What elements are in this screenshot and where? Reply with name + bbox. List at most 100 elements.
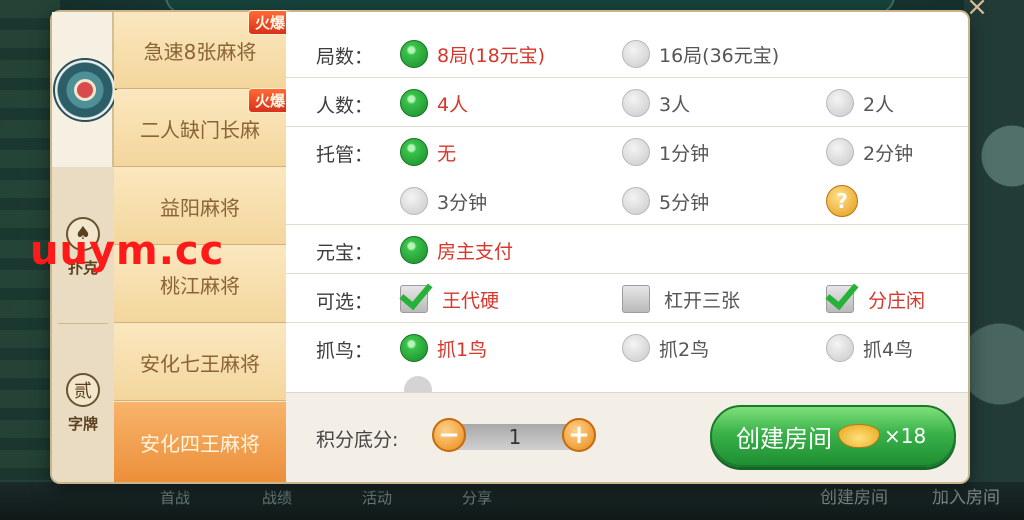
zipai-icon: 贰	[66, 372, 100, 407]
game-item-anhua-7[interactable]: 安化七王麻将	[114, 324, 286, 401]
rounds-option-16[interactable]: 16局(36元宝)	[622, 38, 779, 70]
radio-selected-icon	[400, 236, 428, 264]
radio-icon	[826, 138, 854, 166]
bottom-item-share[interactable]: 分享	[462, 487, 492, 508]
optional-wangdaiying[interactable]: 王代硬	[400, 283, 499, 315]
checkbox-checked-icon	[400, 285, 428, 313]
base-score-label: 积分底分:	[316, 429, 399, 451]
radio-selected-icon	[400, 138, 428, 166]
row-bird: 抓鸟： 抓1鸟 抓2鸟 抓4鸟	[286, 323, 968, 372]
ingot-option-owner[interactable]: 房主支付	[400, 234, 513, 266]
radio-icon	[622, 40, 650, 68]
radio-icon[interactable]	[404, 376, 432, 392]
players-option-label: 4人	[437, 93, 469, 116]
radio-selected-icon	[400, 89, 428, 117]
game-label: 益阳麻将	[160, 195, 240, 220]
help-question-icon: ?	[826, 185, 858, 217]
category-majiang[interactable]	[52, 12, 117, 167]
hosting-option-label: 无	[437, 142, 457, 165]
bird-option-label: 抓1鸟	[437, 338, 488, 361]
options-panel: 局数： 8局(18元宝) 16局(36元宝) 人数： 4人 3人 2人 托管： …	[286, 12, 968, 392]
radio-selected-icon	[400, 40, 428, 68]
radio-icon	[400, 187, 428, 215]
game-item-erren[interactable]: 二人缺门长麻 火爆	[114, 88, 292, 167]
bottom-item-activity[interactable]: 活动	[362, 487, 392, 508]
rounds-option-label: 8局(18元宝)	[437, 44, 546, 67]
players-label: 人数：	[316, 95, 374, 117]
category-zipai[interactable]: 贰 字牌	[52, 324, 114, 482]
game-label: 急速8张麻将	[143, 39, 257, 64]
row-optional: 可选： 王代硬 杠开三张 分庄闲	[286, 274, 968, 323]
row-ingot: 元宝： 房主支付	[286, 225, 968, 274]
hosting-help[interactable]: ?	[826, 185, 858, 217]
bird-option-2[interactable]: 抓2鸟	[622, 332, 709, 364]
hosting-option-label: 5分钟	[659, 191, 710, 214]
game-label: 二人缺门长麻	[140, 117, 260, 142]
bottom-item-record[interactable]: 战绩	[262, 487, 292, 508]
hosting-option-label: 2分钟	[863, 142, 914, 165]
radio-icon	[826, 334, 854, 362]
hosting-option-5min[interactable]: 5分钟	[622, 185, 709, 217]
row-rounds: 局数： 8局(18元宝) 16局(36元宝)	[286, 29, 968, 78]
bottom-join-room[interactable]: 加入房间	[932, 483, 1000, 508]
radio-icon	[622, 138, 650, 166]
rounds-option-8[interactable]: 8局(18元宝)	[400, 38, 545, 70]
bird-option-4[interactable]: 抓4鸟	[826, 332, 913, 364]
game-item-anhua-4[interactable]: 安化四王麻将	[114, 402, 286, 482]
bottom-nav-bar: 首战 战绩 活动 分享 创建房间 加入房间	[0, 482, 1024, 520]
hosting-option-1min[interactable]: 1分钟	[622, 136, 709, 168]
hosting-option-label: 1分钟	[659, 142, 710, 165]
checkbox-checked-icon	[826, 285, 854, 313]
radio-icon	[622, 187, 650, 215]
create-room-cost: ×18	[884, 424, 927, 448]
game-label: 安化七王麻将	[140, 351, 260, 376]
create-room-button[interactable]: 创建房间 ×18	[710, 405, 956, 467]
majiang-emblem-icon	[53, 57, 117, 122]
base-score-value: 1	[450, 424, 580, 450]
bird-option-label: 抓2鸟	[659, 338, 710, 361]
hosting-label: 托管：	[316, 144, 374, 166]
players-option-3[interactable]: 3人	[622, 87, 690, 119]
row-players: 人数： 4人 3人 2人	[286, 78, 968, 127]
ingot-label: 元宝：	[316, 242, 374, 264]
optional-option-label: 杠开三张	[664, 289, 741, 312]
dialog-footer: 积分底分: 1 − + 创建房间 ×18	[286, 392, 968, 482]
players-option-label: 3人	[659, 93, 691, 116]
bird-label: 抓鸟：	[316, 340, 374, 362]
rounds-label: 局数：	[316, 46, 374, 68]
radio-icon	[622, 89, 650, 117]
optional-fenzhuangxian[interactable]: 分庄闲	[826, 283, 925, 315]
hosting-option-3min[interactable]: 3分钟	[400, 185, 487, 217]
row-hosting: 托管： 无 1分钟 2分钟	[286, 127, 968, 176]
optional-option-label: 王代硬	[442, 289, 500, 312]
bottom-create-room[interactable]: 创建房间	[820, 483, 888, 508]
decrease-score-button[interactable]: −	[432, 418, 466, 452]
radio-icon	[826, 89, 854, 117]
hosting-option-2min[interactable]: 2分钟	[826, 136, 913, 168]
radio-selected-icon	[400, 334, 428, 362]
bird-option-label: 抓4鸟	[863, 338, 914, 361]
category-zipai-label: 字牌	[67, 414, 98, 433]
watermark-text: uuym.cc	[30, 228, 225, 274]
game-label: 安化四王麻将	[140, 431, 260, 456]
hosting-option-none[interactable]: 无	[400, 136, 456, 168]
optional-label: 可选：	[316, 291, 374, 313]
optional-gangkai[interactable]: 杠开三张	[622, 283, 740, 315]
bird-option-1[interactable]: 抓1鸟	[400, 332, 487, 364]
background-right-decor	[964, 0, 1024, 520]
players-option-label: 2人	[863, 93, 895, 116]
bottom-item-first[interactable]: 首战	[160, 487, 190, 508]
players-option-4[interactable]: 4人	[400, 87, 468, 119]
create-room-label: 创建房间	[736, 424, 832, 453]
ingot-icon	[838, 424, 880, 448]
players-option-2[interactable]: 2人	[826, 87, 894, 119]
increase-score-button[interactable]: +	[562, 418, 596, 452]
radio-icon	[622, 334, 650, 362]
rounds-option-label: 16局(36元宝)	[659, 44, 780, 67]
checkbox-icon	[622, 285, 650, 313]
game-item-jisu[interactable]: 急速8张麻将 火爆	[114, 10, 292, 89]
row-hosting-2: 3分钟 5分钟 ?	[286, 176, 968, 225]
optional-option-label: 分庄闲	[868, 289, 926, 312]
ingot-option-label: 房主支付	[437, 240, 514, 263]
hosting-option-label: 3分钟	[437, 191, 488, 214]
